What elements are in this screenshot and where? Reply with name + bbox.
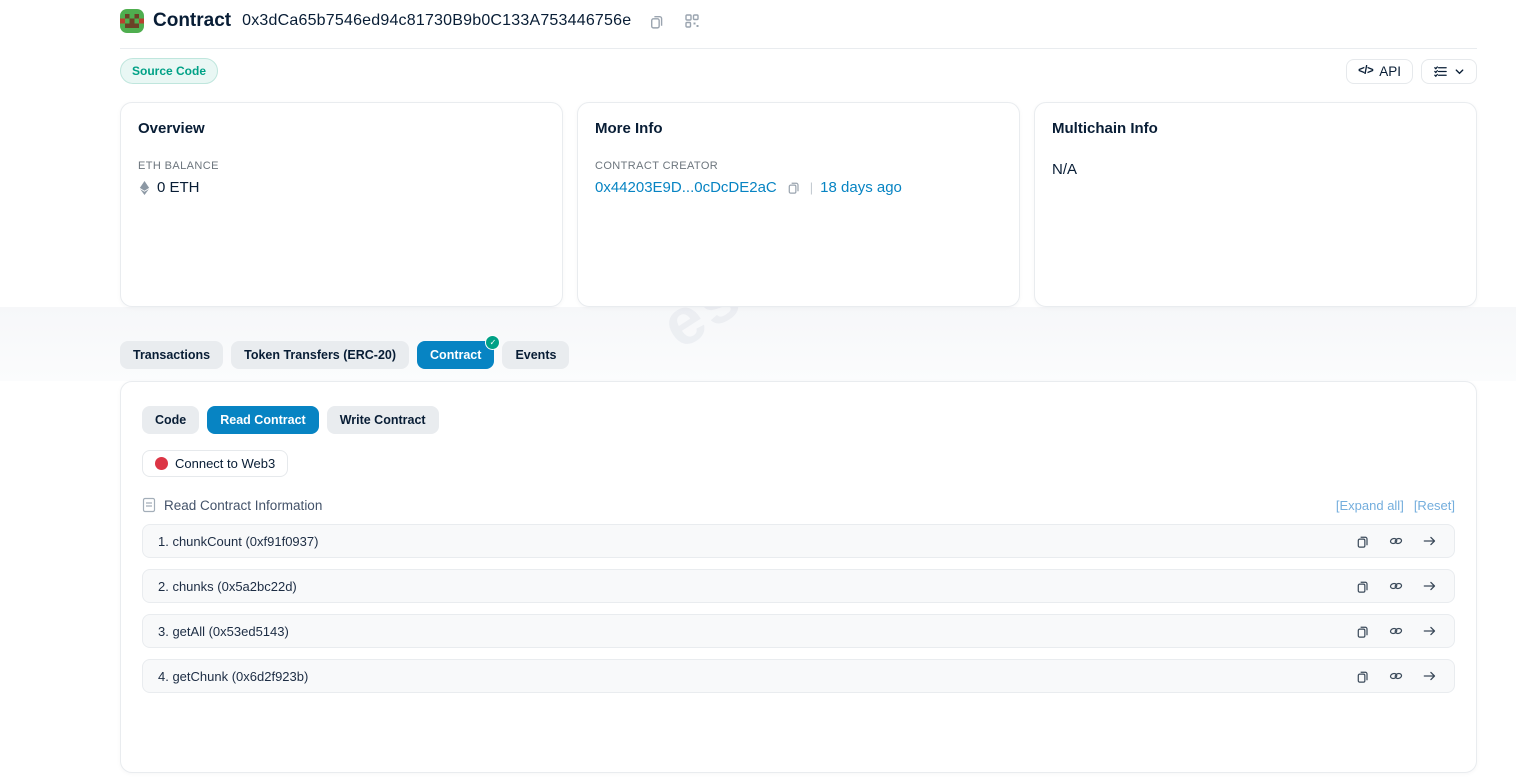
page-title: Contract	[153, 10, 231, 32]
eth-balance-row: 0 ETH	[138, 179, 545, 196]
link-icon	[1388, 624, 1404, 638]
overview-card: Overview ETH BALANCE 0 ETH	[120, 102, 563, 307]
tabs: Transactions Token Transfers (ERC-20) Co…	[120, 341, 1477, 369]
copy-icon	[1355, 624, 1370, 639]
copy-icon	[1355, 579, 1370, 594]
section-title-group: Read Contract Information	[142, 497, 322, 513]
tab-contract[interactable]: Contract ✓	[417, 341, 494, 369]
copy-address-button[interactable]	[646, 11, 667, 32]
link-icon	[1388, 534, 1404, 548]
qr-code-icon	[684, 13, 700, 29]
copy-icon	[1355, 669, 1370, 684]
link-icon	[1388, 669, 1404, 683]
reset-link[interactable]: [Reset]	[1414, 498, 1455, 513]
tab-transactions[interactable]: Transactions	[120, 341, 223, 369]
contract-creator-label: CONTRACT CREATOR	[595, 160, 1002, 172]
chevron-down-icon	[1454, 66, 1465, 77]
permalink-button[interactable]	[1386, 622, 1406, 640]
connection-status-icon	[155, 457, 168, 470]
multichain-card: Multichain Info N/A	[1034, 102, 1477, 307]
copy-creator-button[interactable]	[784, 178, 803, 197]
code-icon: </>	[1358, 65, 1373, 77]
eth-balance-value: 0 ETH	[157, 179, 200, 196]
expand-all-link[interactable]: [Expand all]	[1336, 498, 1404, 513]
copy-method-id-button[interactable]	[1353, 577, 1372, 596]
copy-icon	[648, 13, 665, 30]
document-icon	[142, 497, 156, 513]
divider: |	[810, 180, 813, 195]
function-row[interactable]: 2. chunks (0x5a2bc22d)	[142, 569, 1455, 603]
expand-row-button[interactable]	[1420, 622, 1439, 640]
function-row[interactable]: 3. getAll (0x53ed5143)	[142, 614, 1455, 648]
function-row[interactable]: 4. getChunk (0x6d2f923b)	[142, 659, 1455, 693]
expand-row-button[interactable]	[1420, 667, 1439, 685]
permalink-button[interactable]	[1386, 667, 1406, 685]
function-label: 4. getChunk (0x6d2f923b)	[158, 669, 308, 684]
function-row-actions	[1353, 532, 1439, 551]
card-title: Overview	[138, 120, 545, 137]
info-cards: Overview ETH BALANCE 0 ETH More Info CON…	[120, 102, 1477, 307]
contract-panel: Code Read Contract Write Contract Connec…	[120, 381, 1477, 773]
expand-row-button[interactable]	[1420, 577, 1439, 595]
arrow-right-icon	[1422, 534, 1437, 548]
tab-events[interactable]: Events	[502, 341, 569, 369]
copy-method-id-button[interactable]	[1353, 622, 1372, 641]
identicon	[120, 9, 144, 33]
function-label: 3. getAll (0x53ed5143)	[158, 624, 289, 639]
read-contract-section-header: Read Contract Information [Expand all] […	[142, 497, 1455, 513]
checklist-icon	[1433, 64, 1448, 79]
section-actions: [Expand all] [Reset]	[1336, 498, 1455, 513]
toolbar: Source Code </> API	[120, 49, 1477, 93]
eth-balance-label: ETH BALANCE	[138, 160, 545, 172]
eth-icon	[138, 180, 151, 196]
permalink-button[interactable]	[1386, 577, 1406, 595]
subtab-read-contract[interactable]: Read Contract	[207, 406, 318, 434]
page: Contract 0x3dCa65b7546ed94c81730B9b0C133…	[120, 0, 1477, 773]
verified-check-badge: ✓	[485, 335, 500, 350]
contract-creator-row: 0x44203E9D...0cDcDE2aC | 18 days ago	[595, 178, 1002, 197]
multichain-value: N/A	[1052, 161, 1459, 178]
function-row-actions	[1353, 622, 1439, 641]
copy-method-id-button[interactable]	[1353, 532, 1372, 551]
subtab-code[interactable]: Code	[142, 406, 199, 434]
api-button[interactable]: </> API	[1346, 59, 1413, 84]
arrow-right-icon	[1422, 624, 1437, 638]
toolbar-actions: </> API	[1346, 59, 1477, 84]
function-row[interactable]: 1. chunkCount (0xf91f0937)	[142, 524, 1455, 558]
contract-subtabs: Code Read Contract Write Contract	[142, 406, 1455, 434]
more-info-card: More Info CONTRACT CREATOR 0x44203E9D...…	[577, 102, 1020, 307]
creation-tx-link[interactable]: 18 days ago	[820, 179, 902, 196]
qr-code-button[interactable]	[682, 11, 702, 31]
contract-avatar	[120, 9, 144, 33]
function-row-actions	[1353, 577, 1439, 596]
permalink-button[interactable]	[1386, 532, 1406, 550]
view-options-button[interactable]	[1421, 59, 1477, 84]
card-title: More Info	[595, 120, 1002, 137]
card-title: Multichain Info	[1052, 120, 1459, 137]
api-button-label: API	[1379, 64, 1401, 79]
creator-address-link[interactable]: 0x44203E9D...0cDcDE2aC	[595, 179, 777, 196]
connect-web3-button[interactable]: Connect to Web3	[142, 450, 288, 477]
function-label: 1. chunkCount (0xf91f0937)	[158, 534, 318, 549]
expand-row-button[interactable]	[1420, 532, 1439, 550]
subtab-write-contract[interactable]: Write Contract	[327, 406, 439, 434]
source-code-badge: Source Code	[120, 58, 218, 84]
connect-web3-label: Connect to Web3	[175, 456, 275, 471]
section-title: Read Contract Information	[164, 498, 322, 513]
copy-icon	[786, 180, 801, 195]
contract-header: Contract 0x3dCa65b7546ed94c81730B9b0C133…	[120, 0, 1477, 49]
arrow-right-icon	[1422, 579, 1437, 593]
function-label: 2. chunks (0x5a2bc22d)	[158, 579, 297, 594]
function-row-actions	[1353, 667, 1439, 686]
link-icon	[1388, 579, 1404, 593]
contract-address: 0x3dCa65b7546ed94c81730B9b0C133A75344675…	[242, 12, 631, 30]
copy-method-id-button[interactable]	[1353, 667, 1372, 686]
copy-icon	[1355, 534, 1370, 549]
tab-contract-label: Contract	[430, 348, 481, 362]
tab-token-transfers[interactable]: Token Transfers (ERC-20)	[231, 341, 409, 369]
arrow-right-icon	[1422, 669, 1437, 683]
